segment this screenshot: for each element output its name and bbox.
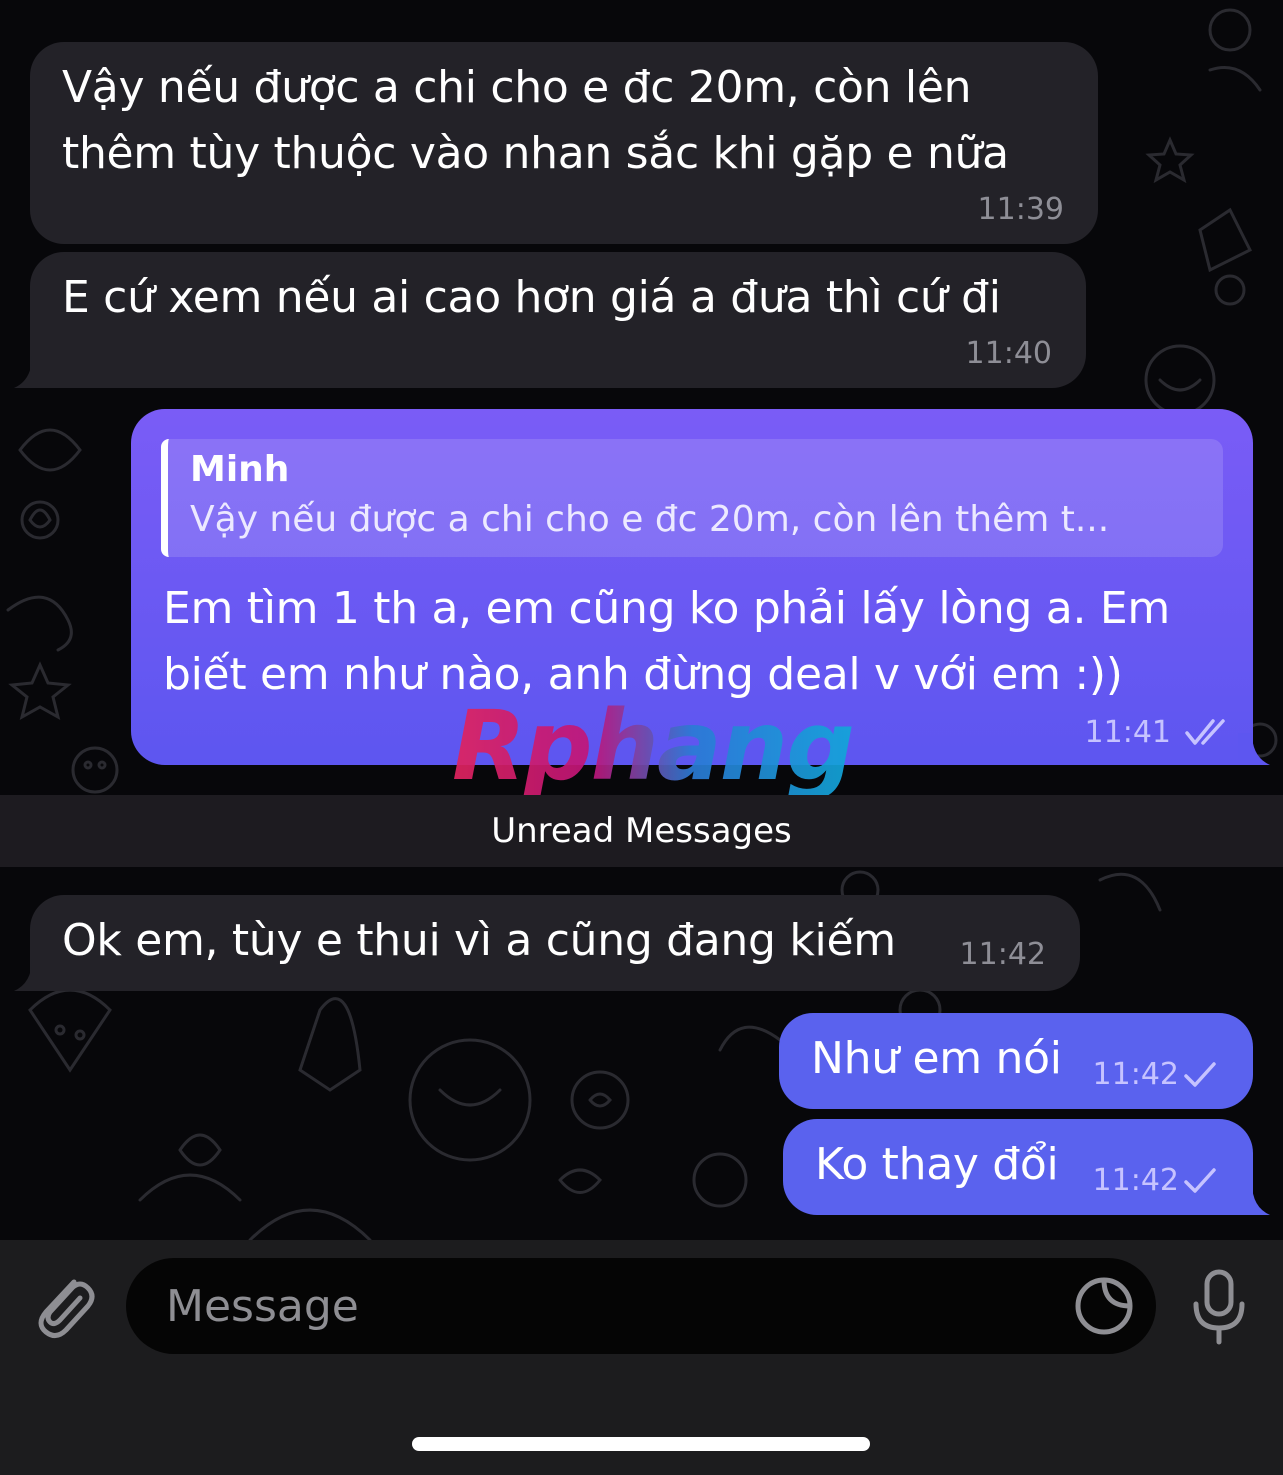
message-text-line: E cứ xem nếu ai cao hơn giá a đưa thì cứ…	[62, 272, 1001, 323]
bubble-tail	[1238, 1183, 1270, 1215]
microphone-icon[interactable]	[1190, 1268, 1248, 1346]
reply-quote[interactable]: Minh Vậy nếu được a chi cho e đc 20m, cò…	[161, 439, 1223, 557]
bubble-tail	[14, 356, 44, 388]
message-time: 11:41	[1084, 715, 1171, 750]
sticker-icon[interactable]	[1074, 1276, 1134, 1336]
home-indicator[interactable]	[412, 1437, 870, 1451]
message-input-container[interactable]	[126, 1258, 1156, 1354]
unread-divider: Unread Messages	[0, 795, 1283, 867]
reply-author: Minh	[190, 449, 290, 490]
check-icon	[1184, 1062, 1216, 1087]
check-icon	[1184, 1168, 1216, 1193]
message-time: 11:42	[959, 937, 1046, 972]
double-check-icon	[1185, 719, 1225, 745]
message-input[interactable]	[166, 1258, 1046, 1354]
reply-snippet: Vậy nếu được a chi cho e đc 20m, còn lên…	[190, 499, 1110, 540]
message-time: 11:42	[1092, 1057, 1179, 1092]
message-text-line: Như em nói	[811, 1033, 1062, 1084]
unread-label: Unread Messages	[491, 811, 792, 851]
message-text-line: Ko thay đổi	[815, 1139, 1059, 1190]
message-time: 11:39	[977, 192, 1064, 227]
message-text-line: Em tìm 1 th a, em cũng ko phải lấy lòng …	[163, 583, 1170, 634]
message-bubble-incoming[interactable]: Ok em, tùy e thui vì a cũng đang kiếm 11…	[30, 895, 1080, 991]
message-text-line: thêm tùy thuộc vào nhan sắc khi gặp e nữ…	[62, 128, 1009, 179]
message-bubble-incoming[interactable]: Vậy nếu được a chi cho e đc 20m, còn lên…	[30, 42, 1098, 244]
watermark-logo: Rphang	[452, 690, 855, 802]
bubble-tail	[1238, 733, 1270, 765]
message-time: 11:42	[1092, 1163, 1179, 1198]
message-time: 11:40	[965, 336, 1052, 371]
message-bubble-outgoing[interactable]: Như em nói 11:42	[779, 1013, 1253, 1109]
paperclip-icon[interactable]	[30, 1268, 98, 1344]
message-text-line: Ok em, tùy e thui vì a cũng đang kiếm	[62, 915, 896, 966]
message-text-line: Vậy nếu được a chi cho e đc 20m, còn lên	[62, 62, 972, 113]
bubble-tail	[14, 959, 44, 991]
message-bubble-outgoing[interactable]: Ko thay đổi 11:42	[783, 1119, 1253, 1215]
message-bubble-incoming[interactable]: E cứ xem nếu ai cao hơn giá a đưa thì cứ…	[30, 252, 1086, 388]
